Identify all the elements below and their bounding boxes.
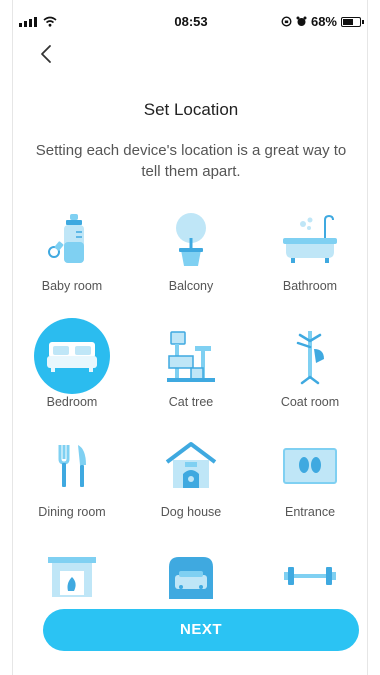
location-dining-room[interactable]: Dining room	[13, 431, 131, 519]
doormat-icon	[283, 448, 337, 484]
location-cat-tree[interactable]: Cat tree	[132, 321, 250, 409]
location-balcony[interactable]: Balcony	[132, 205, 250, 293]
battery-percent: 68%	[310, 14, 337, 29]
fireplace-icon	[48, 557, 96, 597]
page-title: Set Location	[143, 100, 239, 119]
location-bedroom[interactable]: Bedroom	[13, 317, 131, 409]
status-right: 68%	[281, 14, 364, 29]
bathtub-icon	[283, 214, 337, 263]
location-dog-house[interactable]: Dog house	[132, 431, 250, 519]
location-label: Entrance	[284, 505, 336, 519]
page-subtitle: Setting each device's location is a grea…	[35, 142, 347, 180]
selected-indicator	[34, 318, 110, 394]
status-bar: 08:53 68%	[13, 0, 369, 40]
location-label: Cat tree	[168, 395, 214, 409]
dumbbell-icon	[284, 567, 336, 585]
location-bathroom[interactable]: Bathroom	[251, 205, 369, 293]
app-frame: 08:53 68% Set Location Setting each devi…	[12, 0, 368, 675]
location-baby-room[interactable]: Baby room	[13, 205, 131, 293]
back-button[interactable]	[35, 42, 59, 66]
location-gym[interactable]	[251, 541, 369, 611]
location-entrance[interactable]: Entrance	[251, 431, 369, 519]
location-label: Dog house	[160, 505, 222, 519]
location-coat-room[interactable]: Coat room	[251, 321, 369, 409]
battery-fill	[343, 18, 353, 25]
bed-icon	[47, 342, 97, 372]
cat-tree-icon	[167, 331, 215, 382]
potted-tree-icon	[176, 213, 206, 266]
location-fireplace[interactable]	[13, 541, 131, 611]
location-label: Baby room	[41, 279, 103, 293]
dog-house-icon	[165, 442, 217, 488]
alarm-icon	[296, 16, 307, 26]
baby-bottle-icon	[48, 214, 84, 263]
coat-rack-icon	[296, 331, 324, 385]
fork-knife-icon	[58, 445, 86, 487]
location-label: Balcony	[168, 279, 214, 293]
location-label: Coat room	[280, 395, 340, 409]
location-label: Dining room	[38, 505, 106, 519]
battery-icon	[341, 16, 364, 27]
orientation-lock-icon	[281, 16, 292, 27]
location-label: Bathroom	[282, 279, 338, 293]
chevron-left-icon	[41, 45, 51, 63]
location-garage[interactable]	[132, 541, 250, 611]
garage-car-icon	[169, 557, 213, 599]
next-button[interactable]: NEXT	[43, 609, 359, 651]
location-label: Bedroom	[46, 395, 98, 409]
